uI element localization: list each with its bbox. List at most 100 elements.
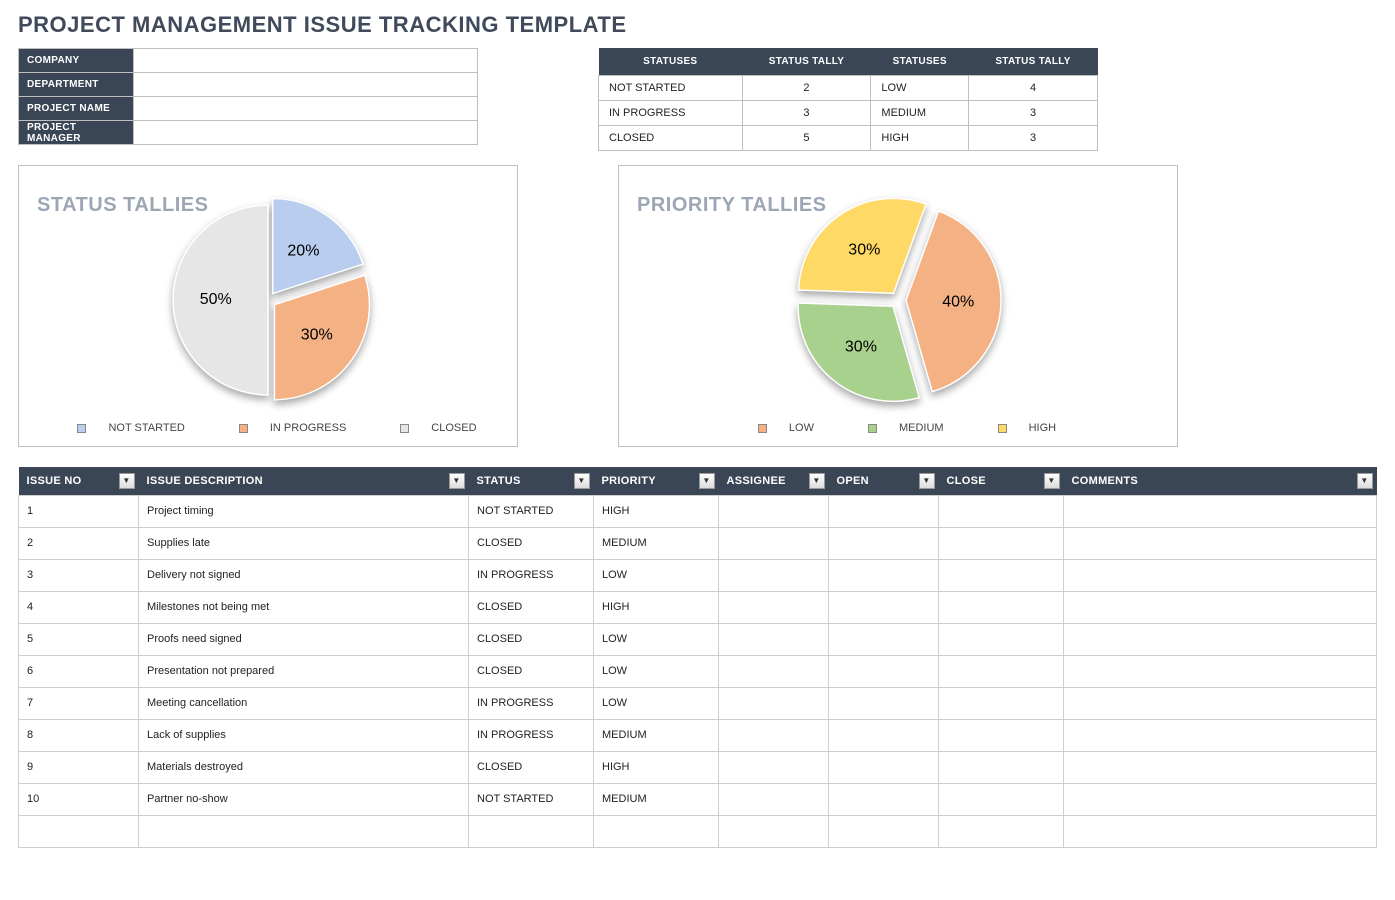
cell-open[interactable] bbox=[829, 719, 939, 751]
cell-priority[interactable]: MEDIUM bbox=[594, 719, 719, 751]
cell-priority[interactable]: LOW bbox=[594, 655, 719, 687]
cell-priority[interactable]: HIGH bbox=[594, 591, 719, 623]
cell-assignee[interactable] bbox=[719, 655, 829, 687]
info-value[interactable] bbox=[134, 73, 478, 97]
cell-comments[interactable] bbox=[1064, 719, 1377, 751]
filter-dropdown-icon[interactable]: ▼ bbox=[919, 473, 935, 489]
cell-desc[interactable]: Materials destroyed bbox=[139, 751, 469, 783]
cell-no[interactable]: 3 bbox=[19, 559, 139, 591]
cell-close[interactable] bbox=[939, 751, 1064, 783]
cell-open[interactable] bbox=[829, 527, 939, 559]
cell-close[interactable] bbox=[939, 495, 1064, 527]
cell-desc[interactable]: Project timing bbox=[139, 495, 469, 527]
filter-dropdown-icon[interactable]: ▼ bbox=[119, 473, 135, 489]
issues-column-header[interactable]: CLOSE▼ bbox=[939, 467, 1064, 496]
cell-no[interactable]: 7 bbox=[19, 687, 139, 719]
cell-assignee[interactable] bbox=[719, 751, 829, 783]
cell-desc[interactable]: Meeting cancellation bbox=[139, 687, 469, 719]
cell-close[interactable] bbox=[939, 591, 1064, 623]
cell-desc[interactable]: Proofs need signed bbox=[139, 623, 469, 655]
filter-dropdown-icon[interactable]: ▼ bbox=[699, 473, 715, 489]
cell-comments[interactable] bbox=[1064, 783, 1377, 815]
cell-desc[interactable] bbox=[139, 815, 469, 847]
cell-status[interactable]: CLOSED bbox=[469, 591, 594, 623]
cell-close[interactable] bbox=[939, 527, 1064, 559]
cell-close[interactable] bbox=[939, 687, 1064, 719]
issues-column-header[interactable]: OPEN▼ bbox=[829, 467, 939, 496]
issues-column-header[interactable]: PRIORITY▼ bbox=[594, 467, 719, 496]
cell-assignee[interactable] bbox=[719, 783, 829, 815]
cell-open[interactable] bbox=[829, 591, 939, 623]
cell-comments[interactable] bbox=[1064, 623, 1377, 655]
cell-no[interactable]: 5 bbox=[19, 623, 139, 655]
filter-dropdown-icon[interactable]: ▼ bbox=[1357, 473, 1373, 489]
filter-dropdown-icon[interactable]: ▼ bbox=[809, 473, 825, 489]
cell-comments[interactable] bbox=[1064, 527, 1377, 559]
cell-no[interactable]: 10 bbox=[19, 783, 139, 815]
cell-priority[interactable]: LOW bbox=[594, 623, 719, 655]
cell-open[interactable] bbox=[829, 559, 939, 591]
cell-open[interactable] bbox=[829, 495, 939, 527]
cell-assignee[interactable] bbox=[719, 623, 829, 655]
table-row[interactable]: 8Lack of suppliesIN PROGRESSMEDIUM bbox=[19, 719, 1377, 751]
cell-comments[interactable] bbox=[1064, 687, 1377, 719]
cell-assignee[interactable] bbox=[719, 687, 829, 719]
cell-open[interactable] bbox=[829, 687, 939, 719]
issues-column-header[interactable]: STATUS▼ bbox=[469, 467, 594, 496]
table-row[interactable]: 9Materials destroyedCLOSEDHIGH bbox=[19, 751, 1377, 783]
cell-status[interactable]: CLOSED bbox=[469, 751, 594, 783]
cell-priority[interactable]: MEDIUM bbox=[594, 783, 719, 815]
cell-assignee[interactable] bbox=[719, 591, 829, 623]
cell-desc[interactable]: Supplies late bbox=[139, 527, 469, 559]
cell-assignee[interactable] bbox=[719, 719, 829, 751]
cell-no[interactable]: 2 bbox=[19, 527, 139, 559]
cell-desc[interactable]: Presentation not prepared bbox=[139, 655, 469, 687]
cell-close[interactable] bbox=[939, 655, 1064, 687]
table-row[interactable]: 3Delivery not signedIN PROGRESSLOW bbox=[19, 559, 1377, 591]
cell-assignee[interactable] bbox=[719, 527, 829, 559]
cell-comments[interactable] bbox=[1064, 655, 1377, 687]
cell-no[interactable]: 1 bbox=[19, 495, 139, 527]
cell-priority[interactable]: HIGH bbox=[594, 751, 719, 783]
filter-dropdown-icon[interactable]: ▼ bbox=[574, 473, 590, 489]
cell-priority[interactable]: LOW bbox=[594, 687, 719, 719]
cell-comments[interactable] bbox=[1064, 591, 1377, 623]
cell-priority[interactable]: LOW bbox=[594, 559, 719, 591]
cell-open[interactable] bbox=[829, 623, 939, 655]
cell-desc[interactable]: Lack of supplies bbox=[139, 719, 469, 751]
cell-close[interactable] bbox=[939, 719, 1064, 751]
cell-no[interactable]: 6 bbox=[19, 655, 139, 687]
table-row[interactable]: 10Partner no-showNOT STARTEDMEDIUM bbox=[19, 783, 1377, 815]
cell-comments[interactable] bbox=[1064, 815, 1377, 847]
table-row[interactable]: 5Proofs need signedCLOSEDLOW bbox=[19, 623, 1377, 655]
table-row[interactable]: 4Milestones not being metCLOSEDHIGH bbox=[19, 591, 1377, 623]
filter-dropdown-icon[interactable]: ▼ bbox=[449, 473, 465, 489]
cell-no[interactable]: 9 bbox=[19, 751, 139, 783]
cell-no[interactable]: 4 bbox=[19, 591, 139, 623]
cell-close[interactable] bbox=[939, 815, 1064, 847]
cell-open[interactable] bbox=[829, 783, 939, 815]
cell-status[interactable]: CLOSED bbox=[469, 655, 594, 687]
cell-close[interactable] bbox=[939, 783, 1064, 815]
issues-column-header[interactable]: ASSIGNEE▼ bbox=[719, 467, 829, 496]
table-row[interactable]: 2Supplies lateCLOSEDMEDIUM bbox=[19, 527, 1377, 559]
cell-no[interactable]: 8 bbox=[19, 719, 139, 751]
cell-status[interactable]: NOT STARTED bbox=[469, 495, 594, 527]
cell-comments[interactable] bbox=[1064, 495, 1377, 527]
issues-column-header[interactable]: ISSUE DESCRIPTION▼ bbox=[139, 467, 469, 496]
cell-open[interactable] bbox=[829, 751, 939, 783]
issues-column-header[interactable]: ISSUE NO▼ bbox=[19, 467, 139, 496]
cell-open[interactable] bbox=[829, 815, 939, 847]
cell-status[interactable] bbox=[469, 815, 594, 847]
cell-comments[interactable] bbox=[1064, 751, 1377, 783]
cell-priority[interactable]: MEDIUM bbox=[594, 527, 719, 559]
cell-assignee[interactable] bbox=[719, 495, 829, 527]
cell-status[interactable]: IN PROGRESS bbox=[469, 719, 594, 751]
cell-desc[interactable]: Delivery not signed bbox=[139, 559, 469, 591]
filter-dropdown-icon[interactable]: ▼ bbox=[1044, 473, 1060, 489]
table-row[interactable]: 1Project timingNOT STARTEDHIGH bbox=[19, 495, 1377, 527]
cell-priority[interactable] bbox=[594, 815, 719, 847]
table-row[interactable]: 6Presentation not preparedCLOSEDLOW bbox=[19, 655, 1377, 687]
cell-comments[interactable] bbox=[1064, 559, 1377, 591]
info-value[interactable] bbox=[134, 49, 478, 73]
